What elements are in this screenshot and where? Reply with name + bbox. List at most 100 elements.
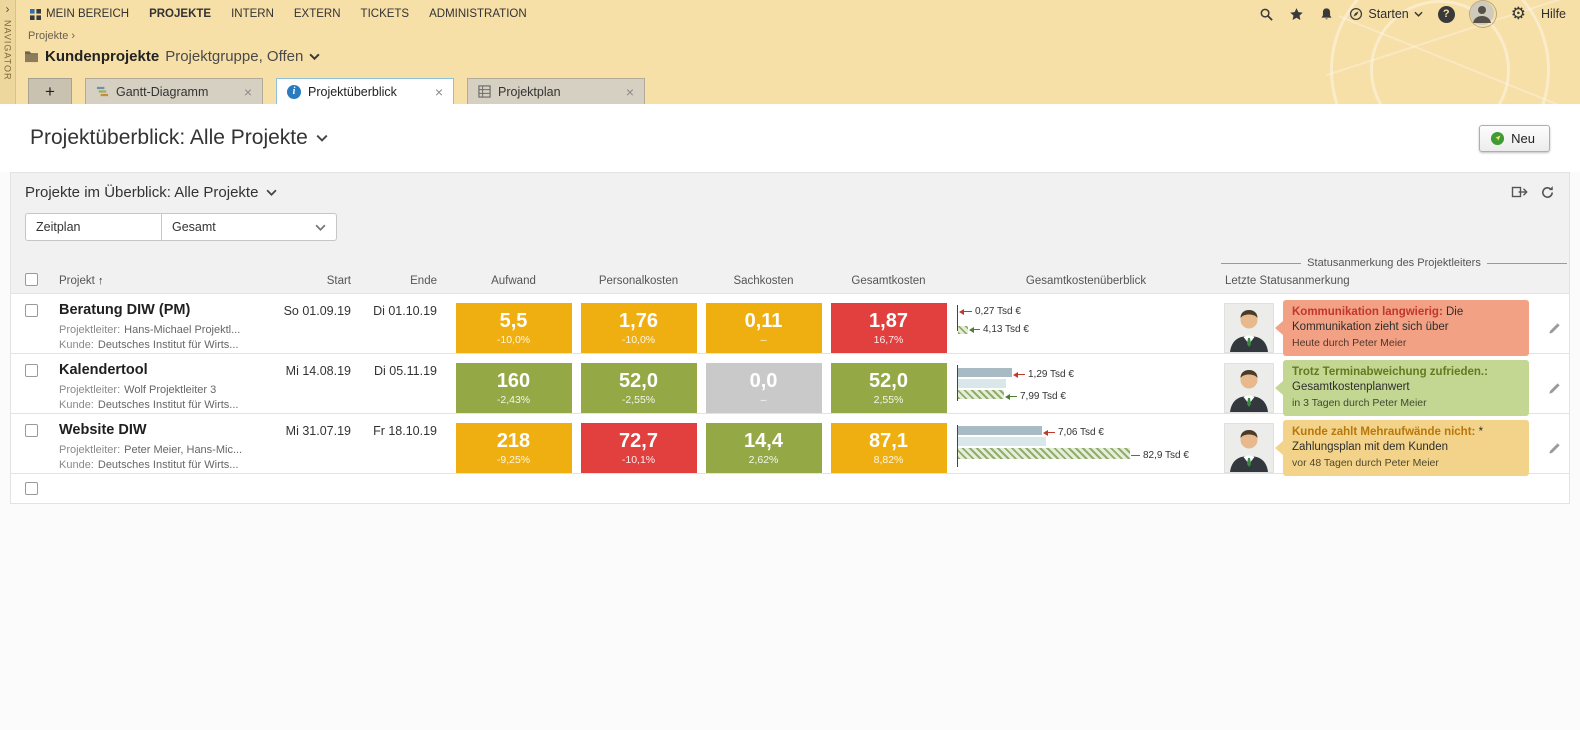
context-title[interactable]: Kundenprojekte (45, 48, 159, 65)
col-header-ende[interactable]: Ende (365, 275, 451, 287)
col-header-gesamtkosten[interactable]: Gesamtkosten (826, 275, 951, 287)
breadcrumb-separator: › (71, 30, 76, 42)
app-header: › NAVIGATOR MEIN BEREICH PROJEKTE INTERN… (0, 0, 1580, 104)
tab-gantt-diagramm[interactable]: Gantt-Diagramm × (85, 78, 263, 104)
tab-projektplan[interactable]: Projektplan × (467, 78, 645, 104)
kpi-delta: 2,55% (873, 394, 904, 406)
nav-item-administration[interactable]: ADMINISTRATION (429, 8, 527, 20)
col-header-personalkosten[interactable]: Personalkosten (576, 275, 701, 287)
tab-projektueberblick[interactable]: i Projektüberblick × (276, 78, 454, 104)
nav-item-intern[interactable]: INTERN (231, 8, 274, 20)
nav-item-tickets[interactable]: TICKETS (361, 8, 410, 20)
kpi-delta: 2,62% (748, 454, 779, 466)
col-header-gesamtkostenueberblick[interactable]: Gesamtkostenüberblick (951, 275, 1221, 287)
page-title-chevron-icon[interactable] (316, 134, 328, 142)
gesamt-select[interactable]: Gesamt (161, 213, 337, 241)
kpi-sachkosten: 0,11 – (705, 303, 822, 353)
col-header-sachkosten[interactable]: Sachkosten (701, 275, 826, 287)
new-button-label: Neu (1511, 130, 1535, 146)
plan-label: 82,9 Tsd € (1143, 450, 1189, 461)
navigator-strip[interactable]: › NAVIGATOR (0, 0, 16, 104)
nav-label: EXTERN (293, 8, 341, 20)
info-icon: i (287, 84, 301, 99)
nav-label: PROJEKTE (149, 8, 212, 20)
favorites-star-icon[interactable] (1289, 7, 1304, 22)
project-cell: Kalendertool Projektleiter: Wolf Projektl… (55, 354, 273, 422)
forecast-bar (958, 437, 1046, 446)
nav-item-mein-bereich[interactable]: MEIN BEREICH (30, 8, 129, 20)
page-title: Projektüberblick: Alle Projekte (30, 126, 328, 150)
panel-title-chevron-icon[interactable] (266, 189, 277, 196)
help-question-icon[interactable]: ? (1437, 5, 1455, 23)
starten-label: Starten (1368, 7, 1409, 21)
kpi-sachkosten: 0,0 – (705, 363, 822, 413)
close-tab-icon[interactable]: × (626, 85, 634, 99)
status-meta: vor 48 Tagen durch Peter Meier (1292, 457, 1439, 470)
col-header-start[interactable]: Start (273, 275, 365, 287)
gesamt-select-value: Gesamt (172, 220, 216, 234)
kunde-label: Kunde: (59, 458, 94, 471)
nav-item-projekte[interactable]: PROJEKTE (149, 8, 211, 20)
starten-menu[interactable]: Starten (1349, 7, 1423, 21)
col-header-aufwand[interactable]: Aufwand (451, 275, 576, 287)
filter-bar: Zeitplan Gesamt (11, 205, 1569, 253)
project-cell: Beratung DIW (PM) Projektleiter: Hans-Mic… (55, 294, 273, 362)
navigator-expand-icon[interactable]: › (6, 3, 10, 15)
plan-marker: 7,99 Tsd € (1005, 391, 1066, 402)
user-avatar[interactable] (1469, 1, 1496, 27)
edit-status-icon[interactable] (1547, 321, 1562, 336)
status-body: Gesamtkostenplanwert (1292, 381, 1410, 394)
hilfe-link[interactable]: Hilfe (1541, 7, 1566, 21)
breadcrumb-projekte-link[interactable]: Projekte (28, 30, 68, 42)
row-checkbox[interactable] (25, 364, 38, 377)
kpi-delta: – (760, 394, 767, 406)
plan-marker: 4,13 Tsd € (969, 324, 1029, 335)
close-tab-icon[interactable]: × (435, 85, 443, 99)
settings-gear-icon[interactable]: ⚙ (1511, 5, 1526, 23)
notifications-bell-icon[interactable] (1319, 7, 1334, 22)
table-row: Website DIW Projektleiter: Peter Meier, H… (11, 413, 1569, 476)
projektleiter-label: Projektleiter: (59, 324, 121, 336)
edit-status-icon[interactable] (1547, 381, 1562, 396)
select-all-checkbox[interactable] (25, 273, 38, 286)
nav-item-extern[interactable]: EXTERN (294, 8, 341, 20)
tab-label: Projektüberblick (308, 84, 397, 99)
nav-label: TICKETS (360, 8, 410, 20)
zeitplan-select[interactable]: Zeitplan (25, 213, 161, 241)
refresh-icon[interactable] (1540, 184, 1555, 200)
row-checkbox[interactable] (25, 304, 38, 317)
nav-label: MEIN BEREICH (46, 8, 130, 20)
project-leader-avatar (1225, 424, 1273, 472)
kunde-value: Deutsches Institut für Wirts... (97, 458, 239, 471)
kpi-value: 14,4 (744, 430, 783, 452)
kpi-sachkosten: 14,4 2,62% (705, 423, 822, 473)
kpi-value: 52,0 (619, 370, 658, 392)
context-chevron-down-icon[interactable] (309, 53, 320, 60)
project-name-link[interactable]: Website DIW (59, 422, 269, 438)
col-header-letzte-statusanmerkung[interactable]: Letzte Statusanmerkung (1221, 275, 1537, 287)
close-tab-icon[interactable]: × (244, 85, 252, 99)
kpi-aufwand: 5,5 -10,0% (455, 303, 572, 353)
add-tab-button[interactable]: + (28, 78, 72, 104)
export-icon[interactable] (1511, 184, 1528, 200)
end-date: Di 05.11.19 (373, 364, 437, 378)
row-checkbox[interactable] (25, 424, 38, 437)
edit-status-icon[interactable] (1547, 441, 1562, 456)
tab-bar: + Gantt-Diagramm × i Projektüberblick × … (28, 78, 645, 104)
actual-bar (958, 368, 1012, 377)
footer-checkbox[interactable] (25, 482, 38, 495)
kpi-value: 0,0 (749, 370, 778, 392)
new-button[interactable]: Neu (1479, 124, 1550, 152)
project-name-link[interactable]: Beratung DIW (PM) (59, 302, 269, 318)
end-date: Fr 18.10.19 (373, 424, 437, 438)
over-budget-marker: 7,06 Tsd € (1043, 427, 1104, 438)
search-icon[interactable] (1259, 7, 1274, 22)
context-header: Kundenprojekte Projektgruppe, Offen (24, 48, 320, 65)
panel-title: Projekte im Überblick: Alle Projekte (25, 184, 259, 201)
col-header-projekt[interactable]: Projekt ↑ (55, 275, 273, 287)
navigator-label: NAVIGATOR (2, 20, 13, 81)
plan-bar (958, 448, 1130, 459)
tab-label: Projektplan (498, 84, 561, 99)
kpi-value: 1,76 (619, 310, 658, 332)
project-name-link[interactable]: Kalendertool (59, 362, 269, 378)
